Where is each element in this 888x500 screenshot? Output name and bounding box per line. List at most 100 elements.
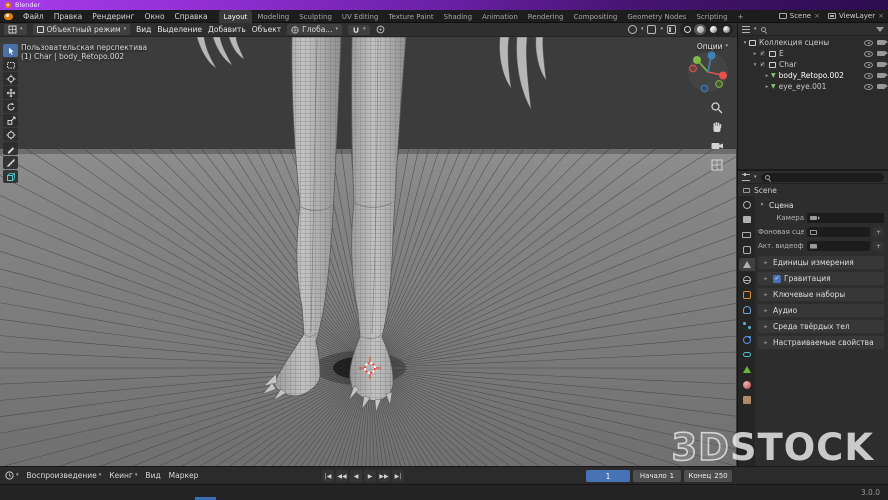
navigation-gizmo[interactable] xyxy=(686,50,730,94)
annotate-tool-button[interactable] xyxy=(3,142,18,155)
hide-eye-icon[interactable] xyxy=(864,72,873,79)
particles-tab[interactable] xyxy=(739,318,755,331)
texture-tab[interactable] xyxy=(739,393,755,406)
menu-object[interactable]: Объект xyxy=(252,25,281,34)
section-rigid-body-world[interactable]: ▸ Среда твёрдых тел xyxy=(758,320,884,333)
properties-editor-icon[interactable] xyxy=(742,172,750,181)
blender-menu-icon[interactable] xyxy=(4,12,13,20)
axis-y-neg-ball[interactable] xyxy=(715,80,723,88)
tab-sculpting[interactable]: Sculpting xyxy=(294,10,337,23)
cursor-tool-button[interactable] xyxy=(3,72,18,85)
toggle-ortho-icon[interactable] xyxy=(710,158,724,172)
mode-dropdown[interactable]: Объектный режим ▾ xyxy=(32,24,131,35)
hide-eye-icon[interactable] xyxy=(864,39,873,46)
marker-menu[interactable]: Маркер xyxy=(169,471,199,480)
menu-help[interactable]: Справка xyxy=(170,10,213,23)
axis-z-neg-ball[interactable] xyxy=(700,84,709,93)
move-tool-button[interactable] xyxy=(3,86,18,99)
view-layer-remove-icon[interactable]: × xyxy=(878,12,884,20)
current-frame-field[interactable]: 1 xyxy=(586,470,630,482)
transform-orientation-dropdown[interactable]: Глоба... ▾ xyxy=(287,24,342,35)
filter-icon[interactable] xyxy=(876,26,884,32)
tab-compositing[interactable]: Compositing xyxy=(569,10,623,23)
render-camera-icon[interactable] xyxy=(877,51,888,56)
collection-checkbox[interactable]: ✓ xyxy=(759,61,766,68)
tweak-tool-button[interactable] xyxy=(3,44,18,57)
modifiers-tab[interactable] xyxy=(739,303,755,316)
shading-rendered-button[interactable] xyxy=(720,24,732,35)
tab-rendering[interactable]: Rendering xyxy=(523,10,569,23)
background-scene-picker[interactable] xyxy=(807,227,870,237)
tab-layout[interactable]: Layout xyxy=(218,9,253,23)
tab-scripting[interactable]: Scripting xyxy=(691,10,732,23)
playback-menu[interactable]: Воспроизведение ▾ xyxy=(27,471,102,480)
measure-tool-button[interactable] xyxy=(3,156,18,169)
outliner-row-eye-object[interactable]: ▸ ▼ eye_eye.001 xyxy=(738,81,888,92)
section-custom-properties[interactable]: ▸ Настраиваемые свойства xyxy=(758,336,884,349)
tab-texture-paint[interactable]: Texture Paint xyxy=(383,10,438,23)
section-audio[interactable]: ▸ Аудио xyxy=(758,304,884,317)
hide-eye-icon[interactable] xyxy=(864,61,873,68)
axis-z-ball[interactable] xyxy=(707,51,716,60)
search-icon[interactable] xyxy=(760,26,766,32)
shading-solid-button[interactable] xyxy=(694,24,706,35)
object-tab[interactable] xyxy=(739,288,755,301)
axis-x-neg-ball[interactable] xyxy=(689,64,697,73)
physics-tab[interactable] xyxy=(739,333,755,346)
output-tab[interactable] xyxy=(739,228,755,241)
menu-edit[interactable]: Правка xyxy=(49,10,88,23)
disclosure-closed-icon[interactable]: ▸ xyxy=(763,73,771,79)
disclosure-closed-icon[interactable]: ▸ xyxy=(763,84,771,90)
jump-to-end-button[interactable]: ▶| xyxy=(392,470,404,482)
section-units[interactable]: ▸ Единицы измерения xyxy=(758,256,884,269)
hide-eye-icon[interactable] xyxy=(864,50,873,57)
view-layer-selector[interactable]: ViewLayer × xyxy=(827,12,884,20)
object-data-tab[interactable] xyxy=(739,363,755,376)
keying-menu[interactable]: Кеинг ▾ xyxy=(109,471,137,480)
tab-geometry-nodes[interactable]: Geometry Nodes xyxy=(622,10,691,23)
3d-viewport-canvas[interactable] xyxy=(0,37,736,466)
add-workspace-button[interactable]: + xyxy=(733,10,749,23)
disclosure-closed-icon[interactable]: ▸ xyxy=(751,51,759,57)
shading-material-button[interactable] xyxy=(707,24,719,35)
frame-start-field[interactable]: Начало 1 xyxy=(633,470,681,482)
rotate-tool-button[interactable] xyxy=(3,100,18,113)
proportional-editing-icon[interactable] xyxy=(376,25,385,34)
scene-tab[interactable] xyxy=(738,258,755,271)
render-camera-icon[interactable] xyxy=(877,73,888,78)
tab-uv-editing[interactable]: UV Editing xyxy=(337,10,384,23)
new-clip-button[interactable]: + xyxy=(873,241,884,251)
pan-hand-icon[interactable] xyxy=(710,120,724,134)
axis-x-ball[interactable] xyxy=(719,71,727,80)
show-overlays-icon[interactable] xyxy=(647,25,657,34)
menu-window[interactable]: Окно xyxy=(140,10,170,23)
menu-render[interactable]: Рендеринг xyxy=(87,10,139,23)
scene-unlink-icon[interactable]: × xyxy=(814,12,820,20)
scale-tool-button[interactable] xyxy=(3,114,18,127)
outliner-row-collection-char[interactable]: ▾ ✓ Char xyxy=(738,59,888,70)
scene-panel-header[interactable]: ▾ Сцена xyxy=(758,199,884,211)
view-layer-tab[interactable] xyxy=(739,243,755,256)
timeline-editor-selector[interactable]: ▾ xyxy=(5,471,19,480)
zoom-icon[interactable] xyxy=(710,101,724,115)
menu-add[interactable]: Добавить xyxy=(208,25,246,34)
3d-viewport[interactable]: ▾ Объектный режим ▾ Вид Выделение Добави… xyxy=(0,23,737,466)
disclosure-open-icon[interactable]: ▾ xyxy=(751,62,759,68)
play-button[interactable]: ▶ xyxy=(364,470,376,482)
view-menu[interactable]: Вид xyxy=(145,471,160,480)
camera-picker[interactable] xyxy=(807,213,884,223)
active-clip-picker[interactable] xyxy=(807,241,870,251)
menu-view[interactable]: Вид xyxy=(136,25,151,34)
tab-animation[interactable]: Animation xyxy=(477,10,523,23)
properties-search-input[interactable] xyxy=(760,172,884,182)
outliner-editor-icon[interactable] xyxy=(742,25,750,33)
tool-tab[interactable] xyxy=(739,198,755,211)
editor-type-selector[interactable]: ▾ xyxy=(4,24,27,35)
constraints-tab[interactable] xyxy=(739,348,755,361)
render-camera-icon[interactable] xyxy=(877,84,888,89)
shading-wireframe-button[interactable] xyxy=(681,24,693,35)
section-gravity[interactable]: ▸ ✓ Гравитация xyxy=(758,272,884,285)
menu-select[interactable]: Выделение xyxy=(157,25,202,34)
add-cube-tool-button[interactable] xyxy=(3,170,18,183)
outliner-row-body-retopo[interactable]: ▸ ▼ body_Retopo.002 xyxy=(738,70,888,81)
